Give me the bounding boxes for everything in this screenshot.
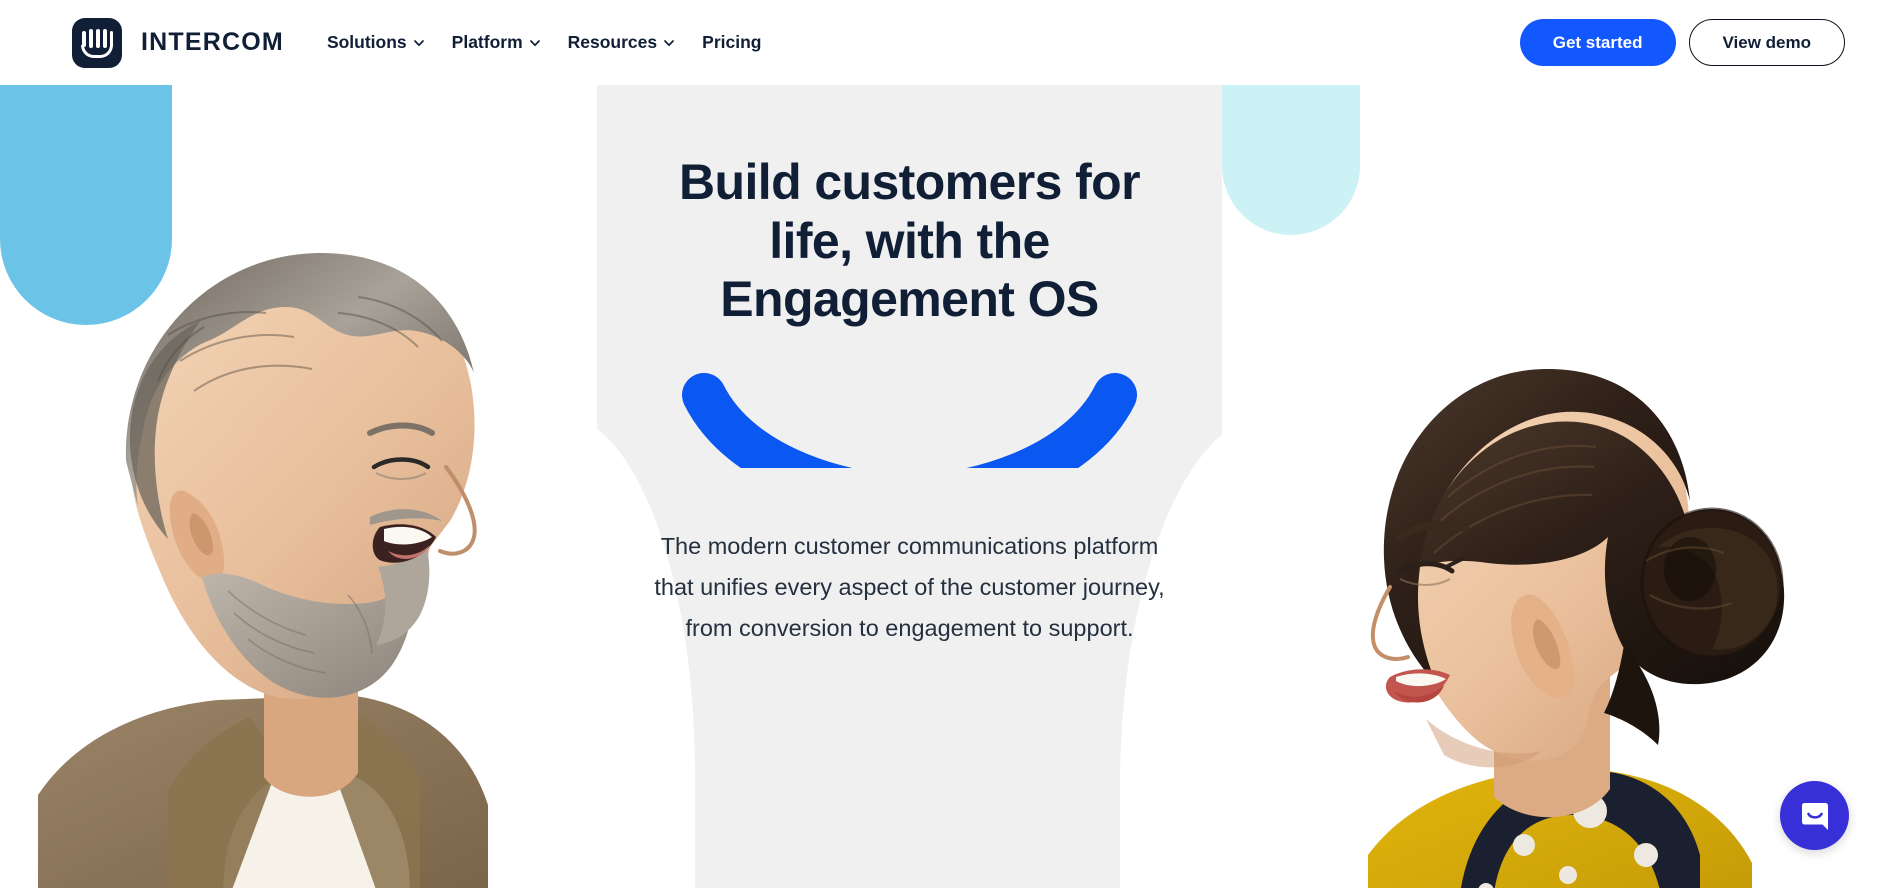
brand-name: INTERCOM bbox=[141, 28, 284, 56]
hero-subtitle: The modern customer communications platf… bbox=[654, 532, 1165, 642]
decorative-cyan-shape bbox=[1222, 85, 1360, 235]
chevron-down-icon bbox=[529, 38, 540, 48]
nav-item-pricing[interactable]: Pricing bbox=[702, 32, 761, 53]
nav-item-resources[interactable]: Resources bbox=[568, 32, 675, 53]
intercom-logo-icon bbox=[72, 17, 122, 68]
primary-nav: Solutions Platform Resources Pricing bbox=[327, 32, 762, 53]
page-title: Build customers for life, with the Engag… bbox=[679, 154, 1140, 327]
nav-item-label: Solutions bbox=[326, 32, 407, 52]
nav-item-label: Platform bbox=[451, 32, 523, 52]
site-header: INTERCOM Solutions Platform Resources Pr… bbox=[0, 0, 1891, 85]
hero-photo-man bbox=[18, 195, 548, 888]
chevron-down-icon bbox=[664, 38, 674, 48]
chevron-down-icon bbox=[413, 38, 424, 48]
hero-copy: Build customers for life, with the Engag… bbox=[597, 85, 1222, 888]
nav-item-solutions[interactable]: Solutions bbox=[327, 32, 424, 53]
blue-smile-curve-icon bbox=[682, 372, 1137, 468]
header-actions: Get started View demo bbox=[1519, 19, 1845, 66]
nav-item-label: Pricing bbox=[702, 32, 762, 52]
brand-logo-link[interactable]: INTERCOM bbox=[72, 17, 284, 68]
hero-photo-woman bbox=[1328, 315, 1798, 888]
get-started-button[interactable]: Get started bbox=[1519, 19, 1676, 66]
nav-item-label: Resources bbox=[567, 32, 658, 52]
intercom-chat-bubble-icon[interactable] bbox=[1780, 781, 1849, 850]
nav-item-platform[interactable]: Platform bbox=[452, 32, 540, 53]
hero-section: Build customers for life, with the Engag… bbox=[0, 85, 1891, 888]
view-demo-button[interactable]: View demo bbox=[1688, 19, 1845, 66]
